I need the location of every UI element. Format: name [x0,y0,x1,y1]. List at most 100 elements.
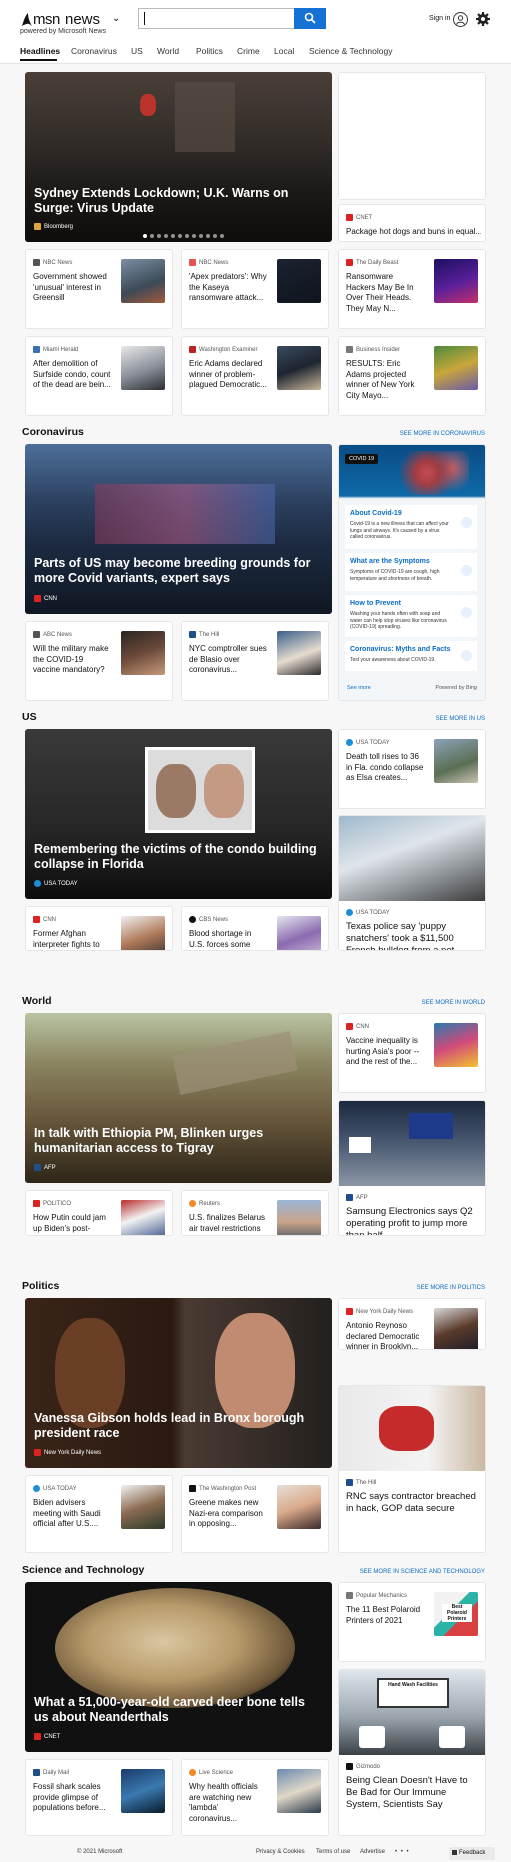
footer-link-advertise[interactable]: Advertise [360,1849,385,1855]
user-avatar-icon[interactable] [453,12,468,27]
us-side-big-card[interactable]: USA TODAY Texas police say 'puppy snatch… [338,815,486,951]
card-title: Blood shortage in U.S. forces some hospi… [189,929,252,949]
photo-memorial-image [145,747,255,833]
world-side-big-card[interactable]: AFP Samsung Electronics says Q2 operatin… [338,1100,486,1236]
tab-local[interactable]: Local [274,46,294,56]
card-thumbnail [121,1769,165,1813]
hero-title: Remembering the victims of the condo bui… [34,842,317,871]
powered-by-bing: Powered by Bing [435,685,477,691]
section-heading-us: US [22,711,37,723]
see-more-science-link[interactable]: SEE MORE IN SCIENCE AND TECHNOLOGY [360,1569,485,1575]
news-card[interactable]: CNN Former Afghan interpreter fights to … [25,906,173,951]
see-more-coronavirus-link[interactable]: SEE MORE IN CORONAVIRUS [400,431,485,437]
card-title: After demolition of Surfside condo, coun… [33,359,111,389]
source-logo-icon [33,1200,40,1207]
card-title: Samsung Electronics says Q2 operating pr… [346,1206,473,1236]
text-cursor [144,12,145,25]
news-card[interactable]: NBC News 'Apex predators': Why the Kasey… [181,249,329,329]
news-card[interactable]: POLITICO How Putin could jam up Biden's … [25,1190,173,1236]
card-thumbnail [121,259,165,303]
card-title: Texas police say 'puppy snatchers' took … [346,921,463,951]
news-card[interactable]: Washington Examiner Eric Adams declared … [181,336,329,416]
card-title: How Putin could jam up Biden's post-Afgh… [33,1213,106,1235]
politics-hero-story[interactable]: Vanessa Gibson holds lead in Bronx borou… [25,1298,332,1468]
news-card[interactable]: New York Daily News Antonio Reynoso decl… [338,1298,486,1350]
feedback-button[interactable]: Feedback [449,1847,495,1860]
tab-science-technology[interactable]: Science & Technology [309,46,392,56]
source-logo-icon [189,631,196,638]
news-card[interactable]: USA TODAY Death toll rises to 36 in Fla.… [338,729,486,809]
samsung-flag-image [409,1113,453,1139]
news-card[interactable]: CNN Vaccine inequality is hurting Asia's… [338,1013,486,1093]
news-card[interactable]: Daily Mail Fossil shark scales provide g… [25,1759,173,1836]
see-more-world-link[interactable]: SEE MORE IN WORLD [422,1000,485,1006]
tab-crime[interactable]: Crime [237,46,260,56]
see-more-politics-link[interactable]: SEE MORE IN POLITICS [417,1285,485,1291]
tab-politics[interactable]: Politics [196,46,223,56]
covid-item-prevent[interactable]: How to Prevent Washing your hands often … [345,595,477,637]
feedback-label: Feedback [459,1850,486,1856]
korean-flag-image [349,1137,371,1153]
news-card[interactable]: The Washington Post Greene makes new Naz… [181,1475,329,1553]
search-input[interactable] [138,8,294,29]
tab-coronavirus[interactable]: Coronavirus [71,46,117,56]
source-logo-icon [33,1485,40,1492]
tab-us[interactable]: US [131,46,143,56]
info-icon [461,517,472,528]
carousel-dots[interactable] [143,234,224,238]
news-card[interactable]: Live Science Why health officials are wa… [181,1759,329,1836]
source-logo-icon [346,1592,353,1599]
news-card[interactable]: Business Insider RESULTS: Eric Adams pro… [338,336,486,416]
tab-world[interactable]: World [157,46,179,56]
news-card[interactable]: The Hill NYC comptroller sues de Blasio … [181,621,329,701]
top-hero-story[interactable]: Sydney Extends Lockdown; U.K. Warns on S… [25,72,332,242]
copyright: © 2021 Microsoft [77,1849,123,1855]
world-hero-story[interactable]: In talk with Ethiopia PM, Blinken urges … [25,1013,332,1183]
section-heading-science: Science and Technology [22,1564,145,1576]
news-card[interactable]: ABC News Will the military make the COVI… [25,621,173,701]
card-thumbnail [277,631,321,675]
source-logo-icon [346,1763,353,1770]
source-logo-icon [189,1769,196,1776]
see-more-us-link[interactable]: SEE MORE IN US [436,716,485,722]
hero-title: Parts of US may become breeding grounds … [34,556,311,585]
top-header: msn news ⌄ powered by Microsoft News Sig… [0,0,511,64]
news-card[interactable]: Miami Herald After demolition of Surfsid… [25,336,173,416]
news-card[interactable]: CBS News Blood shortage in U.S. forces s… [181,906,329,951]
covid-item-about[interactable]: About Covid-19 Covid-19 is a new illness… [345,505,477,549]
footer-link-privacy[interactable]: Privacy & Cookies [256,1849,305,1855]
thumbnail-caption: Best Polaroid Printers [442,1604,472,1622]
card-thumbnail [277,1485,321,1529]
more-options-icon[interactable]: • • • [395,1849,410,1855]
side-card[interactable]: CNET Package hot dogs and buns in equal.… [338,204,486,242]
source-logo-icon [346,1308,353,1315]
lantern-image [140,94,156,116]
news-card[interactable]: The Daily Beast Ransomware Hackers May B… [338,249,486,329]
news-card[interactable]: Popular Mechanics The 11 Best Polaroid P… [338,1582,486,1662]
politics-side-big-card[interactable]: The Hill RNC says contractor breached in… [338,1385,486,1553]
covid-see-more-link[interactable]: See more [347,685,371,691]
covid-item-symptoms[interactable]: What are the Symptoms Symptoms of COVID-… [345,553,477,591]
card-title: Why health officials are watching new 'l… [189,1782,258,1823]
search-icon [304,12,316,24]
search-button[interactable] [294,8,326,29]
virus-image [399,451,469,495]
coronavirus-hero-story[interactable]: Parts of US may become breeding grounds … [25,444,332,614]
science-hero-story[interactable]: What a 51,000-year-old carved deer bone … [25,1582,332,1752]
section-heading-world: World [22,995,52,1007]
card-title: Being Clean Doesn't Have to Be Bad for O… [346,1775,468,1810]
tab-headlines[interactable]: Headlines [20,46,60,56]
news-card[interactable]: USA TODAY Biden advisers meeting with Sa… [25,1475,173,1553]
source-logo-icon [189,1485,196,1492]
section-heading-coronavirus: Coronavirus [22,426,84,438]
sign-in-link[interactable]: Sign in [429,15,450,22]
covid-item-myths[interactable]: Coronavirus: Myths and Facts Test your a… [345,641,477,671]
news-card[interactable]: Reuters U.S. finalizes Belarus air trave… [181,1190,329,1236]
news-card[interactable]: NBC News Government showed 'unusual' int… [25,249,173,329]
footer-link-terms[interactable]: Terms of use [316,1849,350,1855]
gear-icon[interactable] [476,12,490,26]
card-thumbnail [434,1023,478,1067]
science-side-big-card[interactable]: Hand Wash Facilities Gizmodo Being Clean… [338,1669,486,1836]
chevron-down-icon: ⌄ [112,13,121,24]
us-hero-story[interactable]: Remembering the victims of the condo bui… [25,729,332,899]
